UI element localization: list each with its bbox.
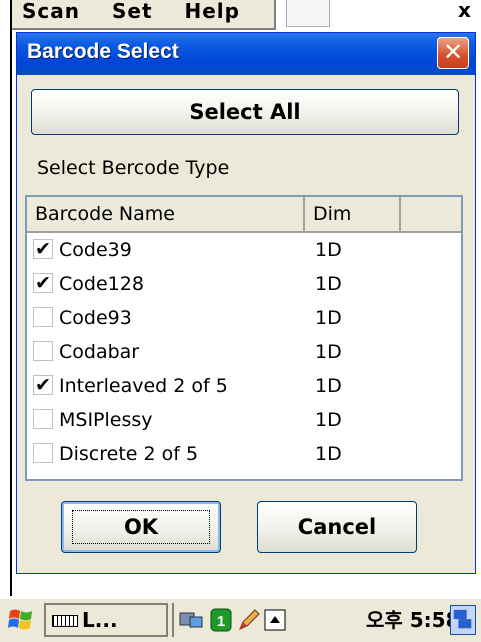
list-item[interactable]: ✔ Code39 1D [27, 235, 461, 265]
barcode-dim: 1D [315, 443, 342, 465]
numlock-icon[interactable]: 1 [208, 607, 234, 633]
network-icon[interactable] [178, 607, 204, 633]
barcode-name: Code128 [59, 273, 144, 295]
list-item[interactable]: Discrete 2 of 5 1D [27, 439, 461, 469]
background-close-icon[interactable]: x [448, 0, 481, 28]
barcode-name: Code39 [59, 239, 132, 261]
ok-button[interactable]: OK [61, 501, 221, 553]
pen-icon[interactable] [236, 607, 262, 633]
barcode-name: Code93 [59, 307, 132, 329]
barcode-dim: 1D [315, 341, 342, 363]
barcode-listview[interactable]: Barcode Name Dim ✔ Code39 1D ✔ Code128 1D Code… [25, 195, 463, 481]
checkbox-checked[interactable]: ✔ [33, 375, 53, 395]
checkbox-unchecked[interactable] [33, 443, 53, 463]
barcode-name: Discrete 2 of 5 [59, 443, 199, 465]
barcode-name: Codabar [59, 341, 140, 363]
barcode-dim: 1D [315, 273, 342, 295]
focus-rectangle [72, 510, 210, 544]
column-header-barcode-name[interactable]: Barcode Name [27, 197, 305, 233]
checkbox-unchecked[interactable] [33, 307, 53, 327]
barcode-dim: 1D [315, 239, 342, 261]
list-item[interactable]: ✔ Code128 1D [27, 269, 461, 299]
list-item[interactable]: Code93 1D [27, 303, 461, 333]
list-item[interactable]: MSIPlessy 1D [27, 405, 461, 435]
desktop-icon[interactable] [450, 605, 476, 635]
barcode-name: Interleaved 2 of 5 [59, 375, 228, 397]
task-button[interactable]: L... [44, 603, 168, 637]
checkbox-unchecked[interactable] [33, 409, 53, 429]
menu-scan[interactable]: Scan [22, 0, 80, 23]
barcode-dim: 1D [315, 307, 342, 329]
tray-separator [172, 603, 174, 637]
dialog-title: Barcode Select [27, 40, 179, 63]
column-header-empty[interactable] [401, 197, 461, 233]
input-panel-icon[interactable] [262, 607, 288, 633]
checkbox-checked[interactable]: ✔ [33, 273, 53, 293]
barcode-select-dialog: Barcode Select ✕ Select All Select Berco… [16, 32, 476, 574]
svg-text:1: 1 [217, 613, 225, 630]
background-window-border [10, 0, 12, 596]
taskbar: L... 1 오후 5:58 [0, 598, 481, 642]
select-barcode-type-label: Select Bercode Type [37, 157, 230, 179]
keyboard-icon [52, 615, 78, 627]
start-flag-icon[interactable] [6, 605, 36, 635]
select-all-button[interactable]: Select All [31, 89, 459, 135]
menu-set[interactable]: Set [112, 0, 153, 23]
clock[interactable]: 오후 5:58 [366, 605, 460, 635]
close-button[interactable]: ✕ [437, 37, 469, 69]
barcode-dim: 1D [315, 375, 342, 397]
cancel-button[interactable]: Cancel [257, 501, 417, 553]
listview-header: Barcode Name Dim [27, 197, 461, 233]
dialog-titlebar: Barcode Select ✕ [17, 33, 475, 75]
column-header-dim[interactable]: Dim [305, 197, 401, 233]
background-menubar: Scan Set Help [12, 0, 276, 30]
list-item[interactable]: ✔ Interleaved 2 of 5 1D [27, 371, 461, 401]
background-toolbar-button[interactable] [286, 0, 330, 27]
list-item[interactable]: Codabar 1D [27, 337, 461, 367]
close-icon: ✕ [442, 38, 464, 66]
menu-help[interactable]: Help [184, 0, 239, 23]
barcode-name: MSIPlessy [59, 409, 153, 431]
task-label: L... [82, 608, 118, 632]
checkbox-unchecked[interactable] [33, 341, 53, 361]
checkbox-checked[interactable]: ✔ [33, 239, 53, 259]
barcode-dim: 1D [315, 409, 342, 431]
